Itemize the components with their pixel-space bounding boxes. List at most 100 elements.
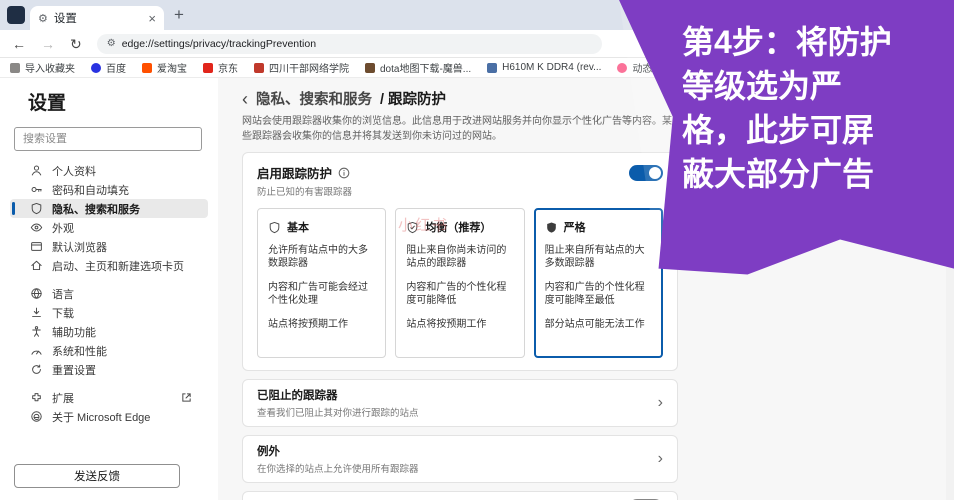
blocked-trackers-row[interactable]: 已阻止的跟踪器 查看我们已阻止其对你进行跟踪的站点 ›	[242, 379, 678, 427]
sidebar-item-passwords[interactable]: 密码和自动填充	[0, 180, 218, 199]
sidebar-item-extensions[interactable]: 扩展	[0, 388, 218, 407]
shield-icon	[31, 202, 42, 215]
bookmark-label: 四川干部网络学院	[269, 64, 349, 75]
settings-title: 设置	[28, 93, 67, 114]
sidebar-divider	[0, 275, 218, 284]
sidebar-item-languages[interactable]: 语言	[0, 284, 218, 303]
new-tab-button[interactable]: +	[174, 5, 184, 25]
person-icon	[31, 165, 42, 176]
sidebar-item-label: 下载	[52, 307, 74, 320]
puzzle-icon	[32, 393, 41, 402]
window-icon	[7, 6, 25, 24]
favicon	[203, 62, 213, 73]
favicon	[487, 62, 498, 73]
sidebar-item-label: 外观	[52, 222, 74, 235]
sidebar-item-label: 语言	[52, 288, 74, 301]
tab-settings[interactable]: ⚙ 设置 ×	[30, 6, 164, 30]
bookmark-label: 百度	[106, 64, 126, 75]
breadcrumb-current: / 跟踪防护	[380, 92, 447, 108]
sidebar-item-label: 启动、主页和新建选项卡页	[52, 260, 184, 273]
sidebar-item-label: 重置设置	[52, 364, 96, 377]
sidebar-divider	[0, 379, 218, 388]
favicon	[365, 62, 375, 73]
bookmark-label: H610M K DDR4 (rev...	[502, 62, 602, 73]
sidebar-item-reset[interactable]: 重置设置	[0, 360, 218, 379]
reset-icon	[32, 364, 41, 374]
level-line: 阻止来自你尚未访问的站点的跟踪器	[406, 245, 507, 269]
back-icon[interactable]: ←	[12, 37, 26, 51]
sidebar-item-label: 隐私、搜索和服务	[52, 203, 140, 216]
level-line: 内容和广告的个性化程度可能降低	[406, 282, 507, 306]
row-text: 例外 在你选择的站点上允许使用所有跟踪器	[257, 443, 419, 475]
bookmark-item[interactable]: dota地图下载-魔兽...	[365, 60, 471, 75]
globe-icon	[31, 288, 42, 299]
level-line: 站点将按预期工作	[406, 319, 487, 330]
sidebar-item-label: 密码和自动填充	[52, 184, 129, 197]
sidebar-item-label: 辅助功能	[52, 326, 96, 339]
inprivate-strict-row: 浏览 InPrivate 时始终使用“严格”跟踪防护	[242, 491, 678, 500]
level-name: 严格	[563, 222, 586, 234]
watermark-text: 小红书	[398, 217, 450, 234]
row-subtitle: 查看我们已阻止其对你进行跟踪的站点	[257, 408, 419, 419]
bookmark-import[interactable]: 导入收藏夹	[10, 60, 75, 75]
bookmark-label: 京东	[218, 64, 238, 75]
annotation-overlay: 第4步：将防护等级选为严格，此步可屏蔽大部分广告	[598, 0, 954, 292]
favicon	[10, 62, 20, 73]
back-chevron-icon[interactable]: ‹	[242, 90, 248, 108]
sidebar-item-appearance[interactable]: 外观	[0, 218, 218, 237]
browser-window-icon	[31, 242, 42, 251]
settings-sidebar: 设置 个人资料 密码和自动填充 隐私、搜索和服务 外观 默认浏览器 启动、主页和…	[0, 78, 218, 500]
url-field[interactable]: ⚙ edge://settings/privacy/trackingPreven…	[96, 33, 602, 54]
sidebar-item-label: 扩展	[52, 392, 74, 405]
accessibility-icon	[32, 326, 41, 337]
sidebar-item-downloads[interactable]: 下载	[0, 303, 218, 322]
sidebar-item-privacy[interactable]: 隐私、搜索和服务	[10, 199, 208, 218]
row-title: 已阻止的跟踪器	[257, 390, 338, 402]
download-icon	[32, 307, 41, 318]
open-external-icon	[182, 393, 191, 402]
settings-gear-icon: ⚙	[38, 12, 48, 25]
bookmark-item[interactable]: 百度	[91, 60, 126, 75]
sidebar-item-profile[interactable]: 个人资料	[0, 161, 218, 180]
favicon	[91, 62, 101, 73]
sidebar-item-label: 个人资料	[52, 165, 96, 178]
shield-filled-icon	[546, 221, 556, 233]
level-line: 部分站点可能无法工作	[544, 319, 645, 330]
info-icon[interactable]	[338, 167, 350, 179]
refresh-icon[interactable]: ↻	[70, 37, 82, 51]
tab-close-icon[interactable]: ×	[148, 12, 156, 25]
favicon	[142, 62, 152, 73]
exceptions-row[interactable]: 例外 在你选择的站点上允许使用所有跟踪器 ›	[242, 435, 678, 483]
row-text: 已阻止的跟踪器 查看我们已阻止其对你进行跟踪的站点	[257, 387, 419, 419]
tab-title: 设置	[53, 13, 77, 25]
search-input[interactable]	[14, 127, 202, 151]
sidebar-menu: 个人资料 密码和自动填充 隐私、搜索和服务 外观 默认浏览器 启动、主页和新建选…	[0, 161, 218, 426]
sidebar-item-default-browser[interactable]: 默认浏览器	[0, 237, 218, 256]
level-line: 允许所有站点中的大多数跟踪器	[268, 245, 368, 269]
edge-logo-icon	[31, 411, 42, 422]
bookmark-item[interactable]: 四川干部网络学院	[254, 60, 349, 75]
key-icon	[31, 186, 42, 193]
level-card-basic[interactable]: 基本 允许所有站点中的大多数跟踪器 内容和广告可能会经过个性化处理 站点将按预期…	[257, 208, 387, 358]
level-line: 内容和广告可能会经过个性化处理	[268, 282, 368, 306]
send-feedback-button[interactable]: 发送反馈	[14, 464, 180, 488]
url-text: edge://settings/privacy/trackingPreventi…	[121, 37, 317, 50]
annotation-text: 第4步：将防护等级选为严格，此步可屏蔽大部分广告	[682, 24, 892, 193]
bookmark-label: dota地图下载-魔兽...	[380, 64, 472, 75]
breadcrumb-parent[interactable]: 隐私、搜索和服务	[256, 88, 372, 109]
sidebar-item-startup[interactable]: 启动、主页和新建选项卡页	[0, 256, 218, 275]
sidebar-item-system[interactable]: 系统和性能	[0, 341, 218, 360]
forward-icon[interactable]: →	[41, 37, 55, 51]
sidebar-item-about[interactable]: 关于 Microsoft Edge	[0, 407, 218, 426]
level-name: 基本	[287, 222, 309, 234]
bookmark-item[interactable]: 京东	[203, 60, 238, 75]
bookmark-item[interactable]: H610M K DDR4 (rev...	[487, 62, 601, 73]
chevron-right-icon: ›	[657, 394, 663, 411]
bookmark-item[interactable]: 爱淘宝	[142, 60, 187, 75]
home-icon	[31, 260, 42, 271]
page-gear-icon: ⚙	[106, 38, 116, 49]
sidebar-item-label: 默认浏览器	[52, 241, 107, 254]
sidebar-item-accessibility[interactable]: 辅助功能	[0, 322, 218, 341]
eye-icon	[30, 223, 43, 232]
row-title: 例外	[257, 446, 280, 458]
